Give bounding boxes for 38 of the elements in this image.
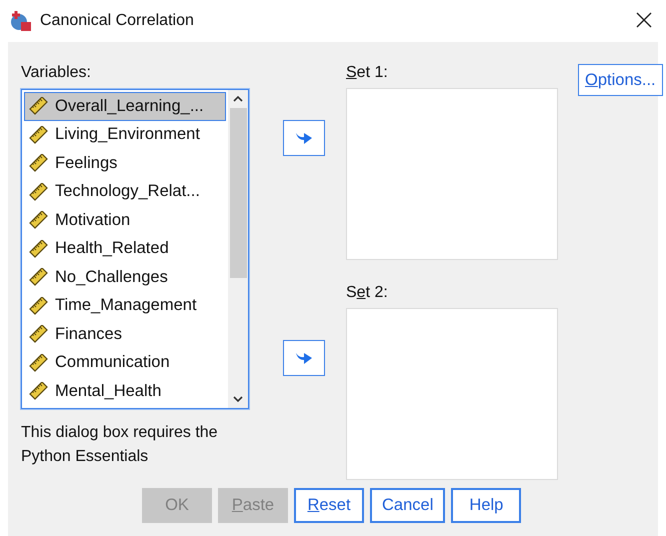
variable-item[interactable]: Health_Related [24,234,226,263]
set-label: Set 1: [346,64,389,83]
app-icon [10,10,32,32]
ruler-icon [28,268,50,286]
ruler-icon [28,354,50,372]
scroll-thumb[interactable] [230,108,246,278]
variable-item[interactable]: Technology_Relat... [24,178,226,206]
note-text: This dialog box requires the Python Essentials [21,423,219,467]
arrow-icon [295,130,313,146]
variable-item[interactable]: Overall_Learning_... [24,92,226,120]
ruler-icon [28,240,50,258]
set-label: Set 2: [346,284,389,303]
move-right-button[interactable] [283,120,325,156]
ruler-icon [28,211,50,230]
ruler-icon [28,182,50,201]
ruler-icon [28,325,50,344]
variable-item[interactable]: Feelings [24,149,226,178]
ruler-icon [28,126,50,144]
window-title: Canonical Correlation [40,12,195,30]
options-button[interactable]: Options... [578,64,663,96]
ruler-icon [28,382,50,400]
close-icon[interactable] [636,12,652,28]
variable-item[interactable]: Finances [24,320,226,348]
dialog-button[interactable]: Help [451,488,522,523]
variable-item[interactable]: Communication [24,348,226,377]
variable-item[interactable]: Motivation [24,206,226,234]
variable-item[interactable]: Mental_Health [24,377,226,406]
variable-item[interactable]: Time_Management [24,292,226,320]
variables-label: Variables: [21,64,92,83]
variable-item[interactable]: No_Challenges [24,263,226,292]
ruler-icon [28,97,50,116]
dialog-button[interactable]: Cancel [370,488,446,523]
ruler-icon [28,296,50,315]
move-right-button[interactable] [283,340,325,376]
dialog-button[interactable]: Reset [294,488,364,523]
arrow-icon [295,350,313,366]
ruler-icon [28,154,50,172]
variable-item[interactable]: Living_Environment [24,120,226,149]
